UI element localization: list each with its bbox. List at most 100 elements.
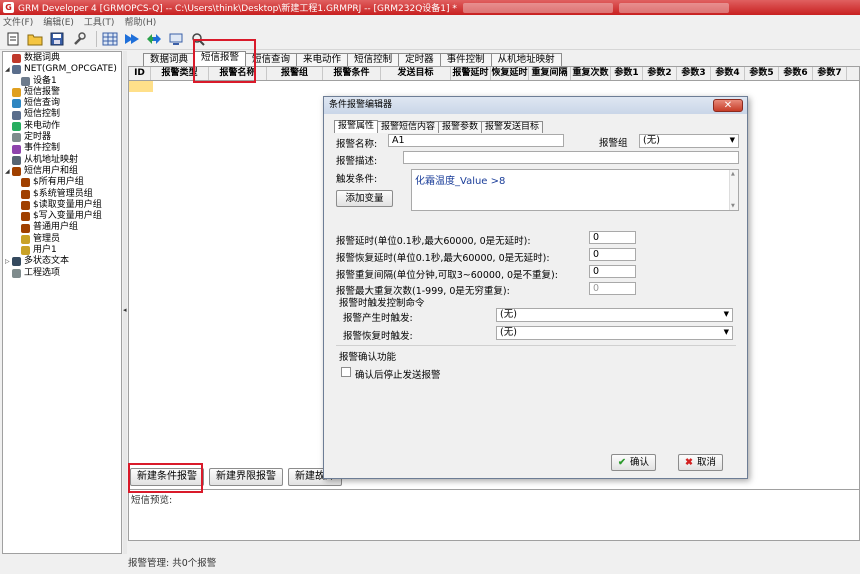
repeat-interval-input[interactable]: 0 xyxy=(589,265,636,278)
alarm-delay-input[interactable]: 0 xyxy=(589,231,636,244)
tree-node-icon xyxy=(21,178,30,188)
tree-node-icon xyxy=(12,167,21,177)
tree-item[interactable]: 管理员 xyxy=(3,234,121,245)
main-tab[interactable]: 事件控制 xyxy=(439,53,492,66)
tree-node-icon xyxy=(12,110,21,120)
grid-column-header[interactable]: ID xyxy=(129,67,151,80)
textarea-scrollbar[interactable]: ▲ ▼ xyxy=(729,170,738,210)
collapse-arrow-icon[interactable]: ◂ xyxy=(123,306,127,314)
grid-column-header[interactable]: 报警名称 xyxy=(209,67,267,80)
tree-node-icon xyxy=(21,212,30,222)
menu-tools[interactable]: 工具(T) xyxy=(84,15,115,28)
expand-toggle-icon[interactable]: ◢ xyxy=(5,64,12,75)
grid-column-header[interactable]: 参数6 xyxy=(779,67,813,80)
scroll-up-icon[interactable]: ▲ xyxy=(731,171,735,177)
grid-column-header[interactable]: 发送目标 xyxy=(381,67,451,80)
main-tab[interactable]: 短信报警 xyxy=(194,51,247,66)
tree-item[interactable]: 定时器 xyxy=(3,132,121,143)
tree-item[interactable]: 设备1 xyxy=(3,76,121,87)
menu-file[interactable]: 文件(F) xyxy=(3,15,33,28)
tab-alarm-targets[interactable]: 报警发送目标 xyxy=(481,121,544,133)
recover-delay-input[interactable]: 0 xyxy=(589,248,636,261)
trigger-condition-text: 化霜温度_Value >8 xyxy=(415,176,506,187)
new-condition-alarm-button[interactable]: 新建条件报警 xyxy=(130,468,204,486)
save-icon[interactable] xyxy=(48,30,66,48)
settings-wrench-icon[interactable] xyxy=(70,30,88,48)
new-limit-alarm-button[interactable]: 新建界限报警 xyxy=(209,468,283,486)
main-tab[interactable]: 数据词典 xyxy=(143,53,196,66)
trigger-condition-input[interactable]: 化霜温度_Value >8 ▲ ▼ xyxy=(411,169,739,211)
chevron-down-icon: ▼ xyxy=(723,310,729,318)
tree-item[interactable]: ◢ 短信用户和组 xyxy=(3,166,121,177)
grid-column-header[interactable]: 恢复延时 xyxy=(491,67,529,80)
main-tab[interactable]: 来电动作 xyxy=(296,53,349,66)
sync-arrows-icon[interactable] xyxy=(145,30,163,48)
on-recover-trigger-select[interactable]: (无) ▼ xyxy=(496,326,733,340)
tree-item[interactable]: 短信查询 xyxy=(3,98,121,109)
main-tab[interactable]: 短信查询 xyxy=(245,53,298,66)
grid-config-icon[interactable] xyxy=(101,30,119,48)
main-tab[interactable]: 从机地址映射 xyxy=(490,53,562,66)
add-variable-button[interactable]: 添加变量 xyxy=(336,190,393,207)
tree-item[interactable]: 工程选项 xyxy=(3,268,121,279)
menu-help[interactable]: 帮助(H) xyxy=(124,15,156,28)
tree-node-icon xyxy=(21,223,30,233)
download-arrow-icon[interactable] xyxy=(123,30,141,48)
tree-item[interactable]: ◢ NET(GRM_OPCGATE) xyxy=(3,64,121,75)
tab-alarm-params[interactable]: 报警参数 xyxy=(438,121,483,133)
monitor-icon[interactable] xyxy=(167,30,185,48)
search-magnifier-icon[interactable] xyxy=(189,30,207,48)
tab-label: 报警发送目标 xyxy=(485,122,540,132)
alarm-group-select[interactable]: (无) ▼ xyxy=(639,134,739,148)
scroll-down-icon[interactable]: ▼ xyxy=(731,203,735,209)
grid-column-header[interactable]: 报警类型 xyxy=(151,67,209,80)
tree-item[interactable]: 普通用户组 xyxy=(3,222,121,233)
table-row[interactable] xyxy=(129,81,859,93)
tree-item[interactable]: $写入变量用户组 xyxy=(3,211,121,222)
tab-alarm-sms-content[interactable]: 报警短信内容 xyxy=(377,121,440,133)
grid-column-header[interactable]: 报警延时 xyxy=(451,67,491,80)
tree-item[interactable]: $所有用户组 xyxy=(3,177,121,188)
selected-row-cell[interactable] xyxy=(129,81,153,92)
new-file-icon[interactable] xyxy=(4,30,22,48)
grid-column-header[interactable]: 重复间隔 xyxy=(529,67,571,80)
tree-item[interactable]: 事件控制 xyxy=(3,143,121,154)
grid-column-header[interactable]: 参数2 xyxy=(643,67,677,80)
grid-column-header[interactable]: 参数5 xyxy=(745,67,779,80)
panel-splitter[interactable]: ◂ xyxy=(123,51,127,554)
main-tab[interactable]: 定时器 xyxy=(398,53,441,66)
ok-button[interactable]: ✔ 确认 xyxy=(611,454,656,471)
grid-column-header[interactable]: 参数1 xyxy=(611,67,643,80)
max-repeat-count-input[interactable]: 0 xyxy=(589,282,636,295)
grid-column-header[interactable]: 参数4 xyxy=(711,67,745,80)
grid-column-header[interactable]: 参数3 xyxy=(677,67,711,80)
grid-column-header[interactable]: 重复次数 xyxy=(571,67,611,80)
tree-item[interactable]: ▷ 多状态文本 xyxy=(3,256,121,267)
tree-item[interactable]: 短信控制 xyxy=(3,109,121,120)
toolbar-separator xyxy=(96,30,97,47)
tab-alarm-properties[interactable]: 报警属性 xyxy=(334,120,379,133)
cancel-button[interactable]: ✖ 取消 xyxy=(678,454,723,471)
alarm-name-input[interactable]: A1 xyxy=(388,134,564,147)
grid-column-header[interactable]: 报警条件 xyxy=(323,67,381,80)
app-logo-icon: G xyxy=(3,2,14,13)
close-icon[interactable]: ✕ xyxy=(713,99,743,112)
tree-item[interactable]: $读取变量用户组 xyxy=(3,200,121,211)
grid-column-header[interactable]: 参数7 xyxy=(813,67,847,80)
alarm-desc-input[interactable] xyxy=(403,151,739,164)
stop-after-confirm-checkbox[interactable] xyxy=(341,367,351,377)
tree-item[interactable]: 用户1 xyxy=(3,245,121,256)
expand-toggle-icon[interactable]: ◢ xyxy=(5,166,12,177)
open-folder-icon[interactable] xyxy=(26,30,44,48)
on-alarm-trigger-select[interactable]: (无) ▼ xyxy=(496,308,733,322)
tree-item[interactable]: 来电动作 xyxy=(3,121,121,132)
tree-item[interactable]: 数据词典 xyxy=(3,53,121,64)
main-tab[interactable]: 短信控制 xyxy=(347,53,400,66)
tree-item[interactable]: $系统管理员组 xyxy=(3,189,121,200)
tree-item[interactable]: 短信报警 xyxy=(3,87,121,98)
expand-toggle-icon[interactable]: ▷ xyxy=(5,256,12,267)
tree-item[interactable]: 从机地址映射 xyxy=(3,155,121,166)
project-tree[interactable]: 数据词典 ◢ NET(GRM_OPCGATE) 设备1 短信报警 短信查询 短信控制 来电动作… xyxy=(2,51,122,554)
grid-column-header[interactable]: 报警组 xyxy=(267,67,323,80)
menu-edit[interactable]: 编辑(E) xyxy=(43,15,74,28)
